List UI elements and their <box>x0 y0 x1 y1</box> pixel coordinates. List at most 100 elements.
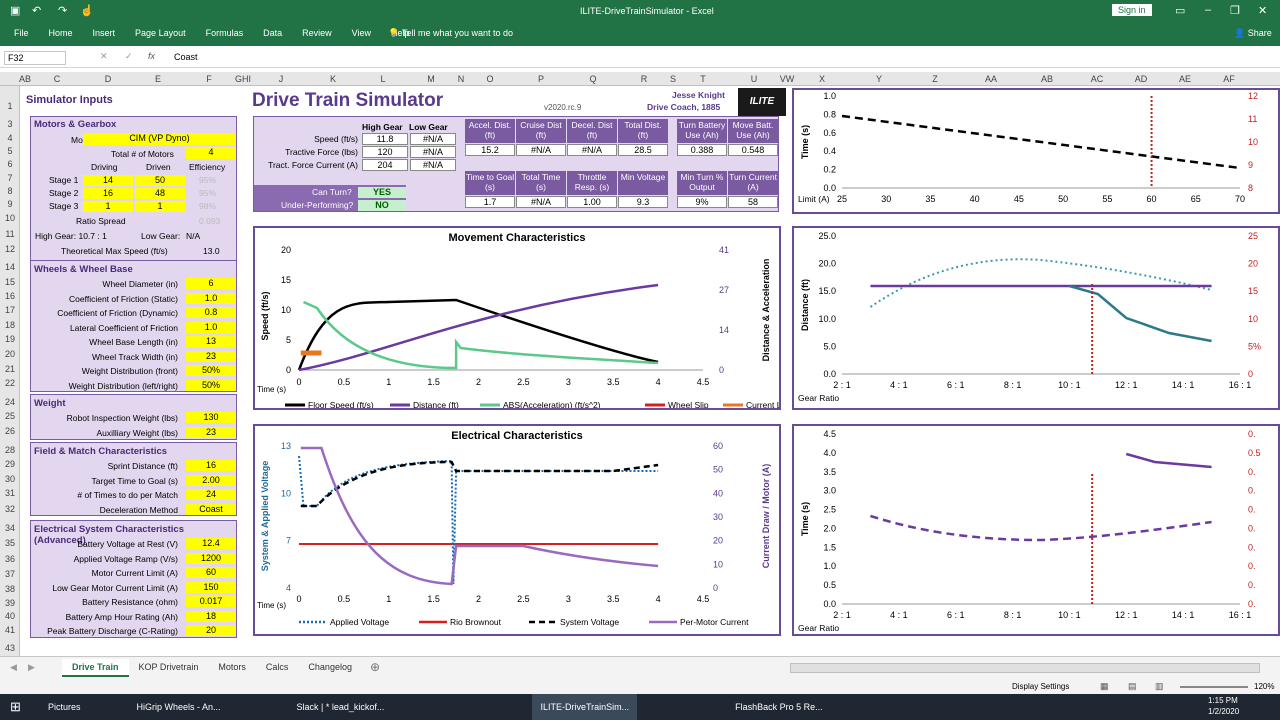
column-header[interactable]: U <box>746 74 762 84</box>
zoom-slider[interactable] <box>1180 686 1248 688</box>
redo-icon[interactable]: ↷ <box>58 4 67 17</box>
row-header[interactable]: 31 <box>0 488 20 498</box>
row-header[interactable]: 17 <box>0 305 20 315</box>
display-settings[interactable]: Display Settings <box>1012 682 1069 691</box>
sheet-tab-motors[interactable]: Motors <box>208 659 256 675</box>
row-header[interactable]: 43 <box>0 643 20 653</box>
enter-formula-icon[interactable]: ✓ <box>125 51 133 62</box>
taskbar-item[interactable]: HiGrip Wheels - An... <box>129 694 229 720</box>
ribbon-tab-home[interactable]: Home <box>49 28 73 38</box>
column-header[interactable]: L <box>375 74 391 84</box>
input-value[interactable]: 0.8 <box>186 307 236 318</box>
taskbar-item[interactable]: Slack | * lead_kickof... <box>289 694 393 720</box>
input-value[interactable]: 0.017 <box>186 596 236 607</box>
gear-time-chart[interactable]: 4.5 4.0 3.5 3.0 2.5 2.0 1.5 1.0 0.5 0.0 0. 0.5 0. 0. 0… <box>792 424 1280 636</box>
normal-view-icon[interactable]: ▦ <box>1100 681 1109 692</box>
taskbar-item[interactable]: ILITE-DriveTrainSim... <box>532 694 638 720</box>
prev-sheet-icon[interactable]: ◀ <box>10 662 17 673</box>
row-header[interactable]: 25 <box>0 411 20 421</box>
row-header[interactable]: 6 <box>0 159 20 169</box>
input-value[interactable]: 60 <box>186 567 236 578</box>
stage-driving-input[interactable]: 14 <box>83 175 133 186</box>
input-value[interactable]: 23 <box>186 350 236 362</box>
column-header[interactable]: D <box>100 74 116 84</box>
horizontal-scrollbar[interactable] <box>790 663 1260 673</box>
row-header[interactable]: 11 <box>0 229 20 239</box>
row-header[interactable]: 1 <box>0 101 20 111</box>
input-value[interactable]: 50% <box>186 379 236 391</box>
input-value[interactable]: 12.4 <box>186 538 236 549</box>
cancel-formula-icon[interactable]: ✕ <box>100 51 108 62</box>
input-value[interactable]: 16 <box>186 460 236 471</box>
taskbar-item[interactable]: FlashBack Pro 5 Re... <box>727 694 831 720</box>
column-header[interactable]: Y <box>871 74 887 84</box>
page-break-icon[interactable]: ▥ <box>1155 681 1164 692</box>
stage-driving-input[interactable]: 16 <box>83 188 133 199</box>
column-header[interactable]: S <box>665 74 681 84</box>
column-header[interactable]: R <box>636 74 652 84</box>
input-value[interactable]: 1.0 <box>186 292 236 304</box>
sheet-tab-calcs[interactable]: Calcs <box>256 659 299 675</box>
column-header[interactable]: Q <box>585 74 601 84</box>
input-value[interactable]: 6 <box>186 278 236 289</box>
row-header[interactable]: 29 <box>0 459 20 469</box>
ribbon-tab-view[interactable]: View <box>352 28 371 38</box>
ribbon-tab-file[interactable]: File <box>14 28 29 38</box>
ribbon-tab-insert[interactable]: Insert <box>93 28 116 38</box>
electrical-chart[interactable]: Electrical Characteristics 13 10 7 4 60 50 40 3… <box>253 424 781 636</box>
input-value[interactable]: 23 <box>186 426 236 438</box>
row-header[interactable]: 12 <box>0 244 20 254</box>
row-header[interactable]: 36 <box>0 554 20 564</box>
column-header[interactable]: J <box>273 74 289 84</box>
column-header[interactable]: P <box>533 74 549 84</box>
stage-driven-input[interactable]: 50 <box>135 175 185 186</box>
row-header[interactable]: 3 <box>0 119 20 129</box>
row-header[interactable]: 20 <box>0 349 20 359</box>
start-icon[interactable]: ⊞ <box>10 699 21 715</box>
input-value[interactable]: 1200 <box>186 552 236 564</box>
row-header[interactable]: 7 <box>0 173 20 183</box>
column-header[interactable]: AA <box>983 74 999 84</box>
row-header[interactable]: 41 <box>0 625 20 635</box>
column-header[interactable]: AC <box>1089 74 1105 84</box>
column-header[interactable]: K <box>325 74 341 84</box>
ribbon-tab-review[interactable]: Review <box>302 28 332 38</box>
movement-chart[interactable]: Movement Characteristics 20 15 10 5 0 41 27 14 0… <box>253 226 781 410</box>
share-button[interactable]: 👤 Share <box>1234 28 1272 39</box>
stage-driving-input[interactable]: 1 <box>83 201 133 212</box>
row-header[interactable]: 18 <box>0 320 20 330</box>
ribbon-tab-formulas[interactable]: Formulas <box>206 28 244 38</box>
signin-button[interactable]: Sign in <box>1112 4 1152 16</box>
column-header[interactable]: O <box>482 74 498 84</box>
sheet-tab-drive-train[interactable]: Drive Train <box>62 659 129 677</box>
column-header[interactable]: M <box>423 74 439 84</box>
taskbar-item[interactable]: Pictures <box>40 694 89 720</box>
row-header[interactable]: 26 <box>0 426 20 436</box>
row-header[interactable]: 24 <box>0 397 20 407</box>
undo-icon[interactable]: ↶ <box>32 4 41 17</box>
formula-input[interactable]: Coast <box>174 52 198 62</box>
column-header[interactable]: T <box>695 74 711 84</box>
input-value[interactable]: 18 <box>186 610 236 622</box>
row-header[interactable]: 40 <box>0 611 20 621</box>
stage-driven-input[interactable]: 48 <box>135 188 185 199</box>
row-header[interactable]: 9 <box>0 199 20 209</box>
row-header[interactable]: 4 <box>0 133 20 143</box>
total-motors-input[interactable]: 4 <box>186 147 236 159</box>
column-header[interactable]: F <box>201 74 217 84</box>
row-header[interactable]: 5 <box>0 146 20 156</box>
input-value[interactable]: 150 <box>186 581 236 593</box>
row-header[interactable]: 30 <box>0 474 20 484</box>
sheet-tab-kop-drivetrain[interactable]: KOP Drivetrain <box>129 659 209 675</box>
motor-select[interactable]: CIM (VP Dyno) <box>83 133 236 145</box>
column-header[interactable]: AB <box>17 74 33 84</box>
input-value[interactable]: 130 <box>186 412 236 423</box>
row-header[interactable]: 8 <box>0 186 20 196</box>
row-header[interactable]: 32 <box>0 504 20 514</box>
touch-mode-icon[interactable]: ☝ <box>80 4 94 17</box>
column-header[interactable]: AB <box>1039 74 1055 84</box>
row-header[interactable]: 14 <box>0 262 20 272</box>
gear-distance-chart[interactable]: 25.0 20.0 15.0 10.0 5.0 0.0 25 20 15 10 5% 0 2 : 1 4 … <box>792 226 1280 410</box>
insert-function-icon[interactable]: fx <box>148 51 155 61</box>
input-value[interactable]: 20 <box>186 625 236 636</box>
